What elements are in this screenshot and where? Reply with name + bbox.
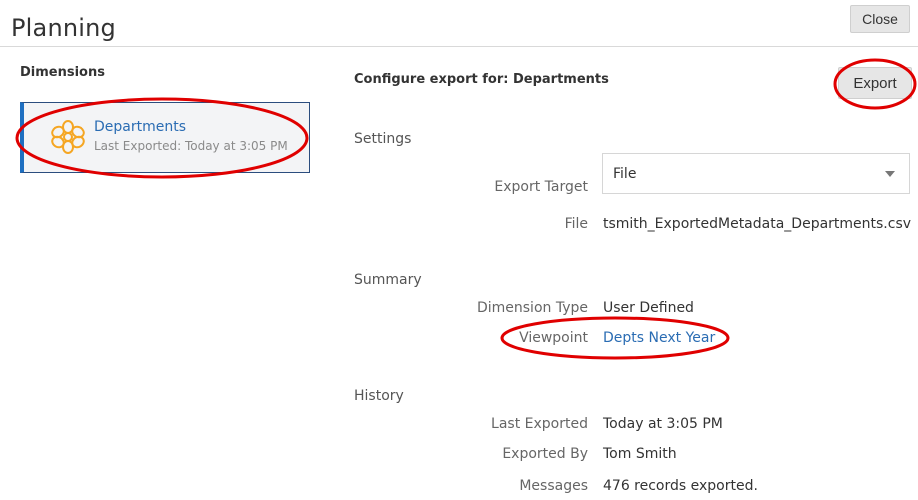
- viewpoint-link[interactable]: Depts Next Year: [603, 330, 715, 346]
- settings-heading: Settings: [354, 131, 412, 147]
- messages-value: 476 records exported.: [603, 478, 758, 494]
- export-target-value: File: [613, 166, 637, 182]
- dimension-type-value: User Defined: [603, 300, 694, 316]
- history-heading: History: [354, 388, 404, 404]
- export-target-select[interactable]: File: [602, 153, 910, 194]
- exported-by-value: Tom Smith: [603, 446, 677, 462]
- file-value: tsmith_ExportedMetadata_Departments.csv: [603, 216, 912, 232]
- dimension-item-departments[interactable]: Departments Last Exported: Today at 3:05…: [20, 102, 310, 173]
- last-exported-label: Last Exported: [491, 416, 588, 432]
- viewpoint-label: Viewpoint: [519, 330, 588, 346]
- flower-icon: [51, 120, 85, 154]
- configure-heading: Configure export for: Departments: [354, 72, 609, 87]
- dimension-item-name: Departments: [94, 119, 187, 135]
- chevron-down-icon: [885, 171, 895, 177]
- last-exported-value: Today at 3:05 PM: [603, 416, 723, 432]
- messages-label: Messages: [519, 478, 588, 494]
- header-divider: [0, 46, 918, 47]
- dimension-type-label: Dimension Type: [476, 300, 588, 316]
- export-button[interactable]: Export: [838, 67, 912, 99]
- summary-heading: Summary: [354, 272, 422, 288]
- file-label: File: [564, 216, 588, 232]
- close-button[interactable]: Close: [850, 5, 910, 33]
- dimensions-heading: Dimensions: [20, 65, 105, 80]
- export-target-label: Export Target: [494, 179, 588, 195]
- dimension-item-subtitle: Last Exported: Today at 3:05 PM: [94, 139, 288, 153]
- page-title: Planning: [11, 14, 116, 42]
- exported-by-label: Exported By: [502, 446, 588, 462]
